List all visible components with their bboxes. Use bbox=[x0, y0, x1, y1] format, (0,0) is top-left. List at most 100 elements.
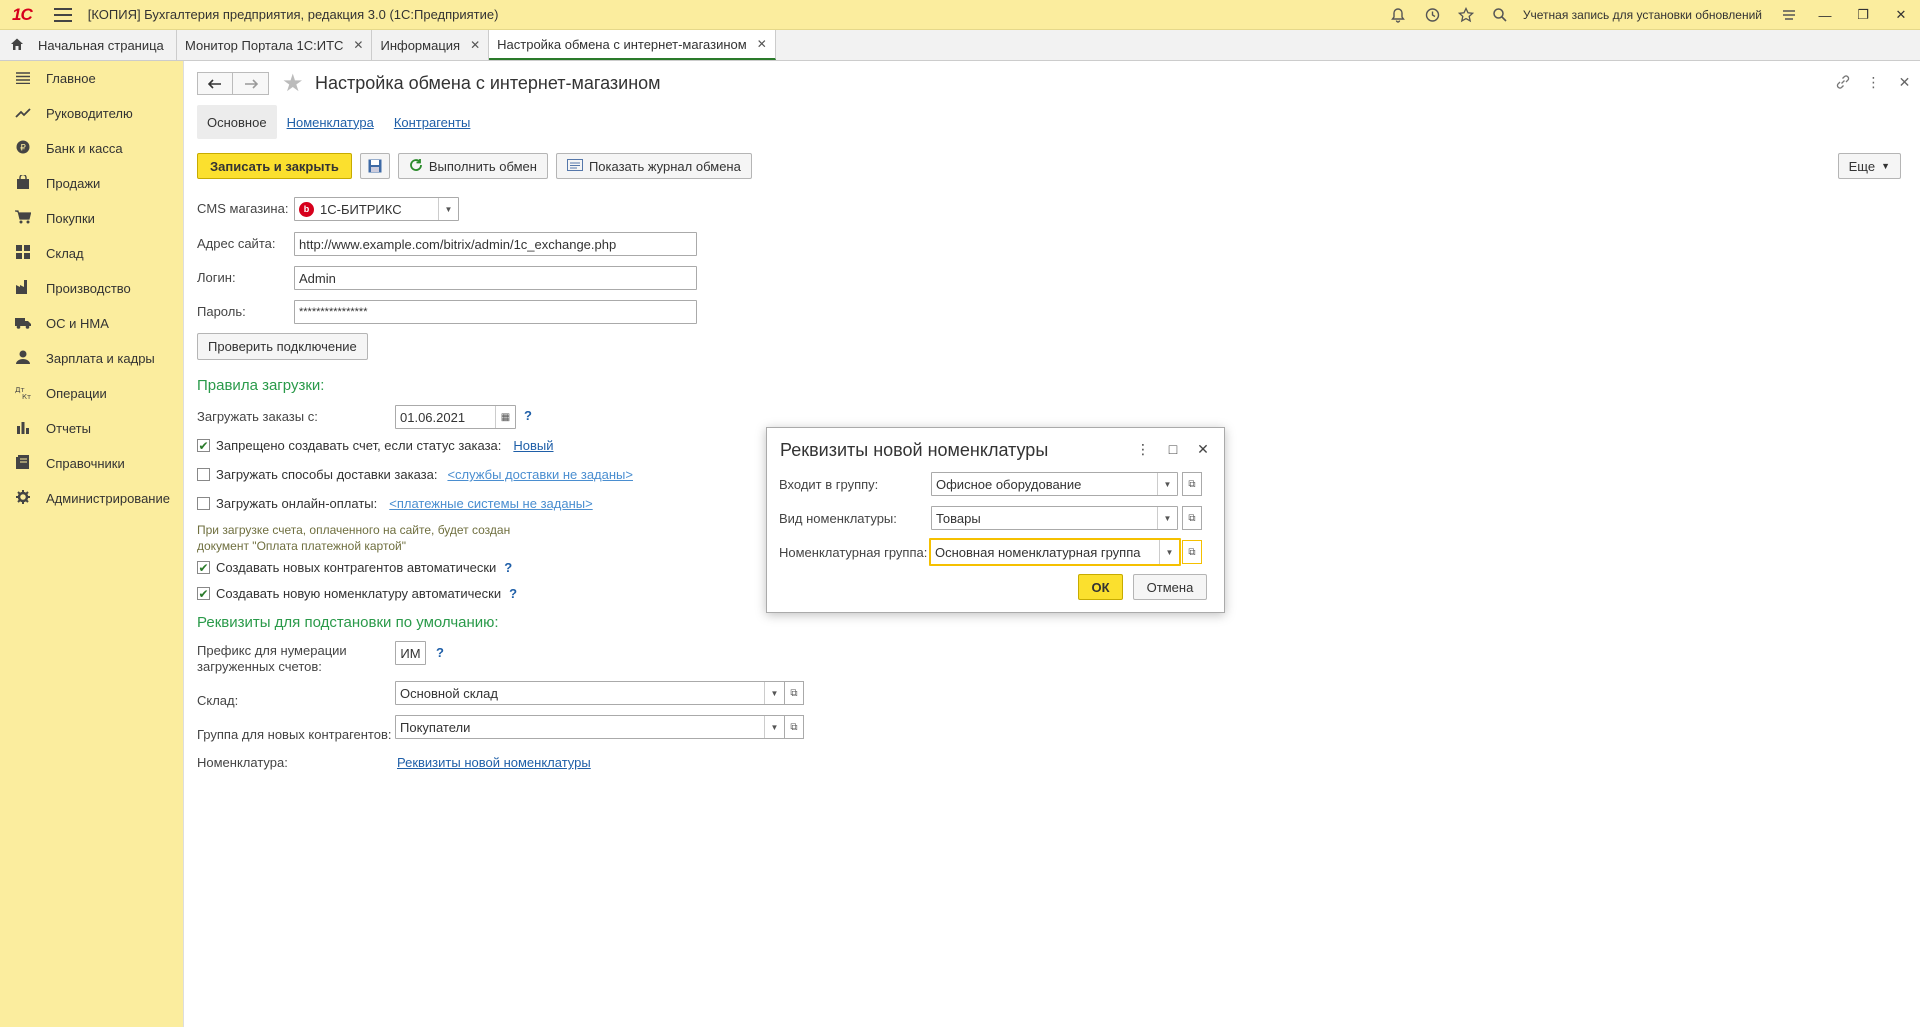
chevron-down-icon[interactable]: ▼ bbox=[764, 716, 784, 738]
close-tab-icon[interactable]: ✕ bbox=[757, 37, 767, 51]
orders-from-date-input[interactable]: 01.06.2021 ▦ bbox=[395, 405, 516, 429]
cancel-button[interactable]: Отмена bbox=[1133, 574, 1207, 600]
auto-contractors-checkbox[interactable]: ✔ Создавать новых контрагентов автоматич… bbox=[197, 560, 512, 575]
help-icon[interactable]: ? bbox=[524, 408, 532, 423]
dialog-nomgroup-select[interactable]: Основная номенклатурная группа ▼ bbox=[929, 538, 1181, 566]
tab-portal-monitor[interactable]: Монитор Портала 1С:ИТС ✕ bbox=[177, 30, 373, 60]
forward-button[interactable] bbox=[233, 72, 269, 95]
tab-label: Информация bbox=[380, 37, 461, 53]
ok-button[interactable]: ОК bbox=[1078, 574, 1123, 600]
more-button[interactable]: Еще ▼ bbox=[1837, 153, 1901, 179]
subtab-nomenclature[interactable]: Номенклатура bbox=[277, 105, 384, 139]
load-online-payments-checkbox[interactable]: Загружать онлайн-оплаты: <платежные сист… bbox=[197, 496, 593, 511]
bell-icon[interactable] bbox=[1381, 0, 1415, 30]
dialog-nomgroup-value: Основная номенклатурная группа bbox=[935, 544, 1141, 560]
sidebar-item-warehouse[interactable]: Склад bbox=[0, 236, 183, 271]
help-icon[interactable]: ? bbox=[436, 645, 444, 660]
sidebar-item-manager[interactable]: Руководителю bbox=[0, 96, 183, 131]
chevron-down-icon[interactable]: ▼ bbox=[438, 198, 458, 220]
payment-systems-link[interactable]: <платежные системы не заданы> bbox=[389, 496, 592, 511]
back-button[interactable] bbox=[197, 72, 233, 95]
site-url-input[interactable]: http://www.example.com/bitrix/admin/1c_e… bbox=[294, 232, 697, 256]
sidebar-item-bank[interactable]: ₽ Банк и касса bbox=[0, 131, 183, 166]
sidebar-item-label: Склад bbox=[46, 246, 84, 261]
favorites-icon[interactable] bbox=[1449, 0, 1483, 30]
dialog-group-select[interactable]: Офисное оборудование ▼ bbox=[931, 472, 1178, 496]
close-icon[interactable]: ✕ bbox=[1188, 438, 1218, 460]
load-delivery-checkbox[interactable]: Загружать способы доставки заказа: <служ… bbox=[197, 467, 633, 482]
sidebar-item-label: Справочники bbox=[46, 456, 125, 471]
forbid-invoice-checkbox[interactable]: ✔ Запрещено создавать счет, если статус … bbox=[197, 438, 554, 453]
sidebar-item-sales[interactable]: Продажи bbox=[0, 166, 183, 201]
status-new-link[interactable]: Новый bbox=[513, 438, 553, 453]
settings-menu-icon[interactable] bbox=[1772, 0, 1806, 30]
maximize-icon[interactable]: □ bbox=[1158, 438, 1188, 460]
dialog-kind-select[interactable]: Товары ▼ bbox=[931, 506, 1178, 530]
grid-icon bbox=[14, 245, 32, 262]
sidebar-item-label: Отчеты bbox=[46, 421, 91, 436]
open-group-icon[interactable]: ⧉ bbox=[1182, 472, 1202, 496]
open-nomgroup-icon[interactable]: ⧉ bbox=[1182, 540, 1202, 564]
prefix-input[interactable]: ИМ bbox=[395, 641, 426, 665]
sidebar-item-label: Главное bbox=[46, 71, 96, 86]
auto-nomenclature-checkbox[interactable]: ✔ Создавать новую номенклатуру автоматич… bbox=[197, 586, 517, 601]
sidebar-item-label: Зарплата и кадры bbox=[46, 351, 155, 366]
restore-button[interactable]: ❐ bbox=[1844, 0, 1882, 30]
cms-select[interactable]: b 1С-БИТРИКС ▼ bbox=[294, 197, 459, 221]
password-input[interactable]: **************** bbox=[294, 300, 697, 324]
sidebar-item-operations[interactable]: Дт Кт Операции bbox=[0, 376, 183, 411]
close-window-button[interactable]: ✕ bbox=[1882, 0, 1920, 30]
more-actions-icon[interactable]: ⋮ bbox=[1128, 438, 1158, 460]
sidebar-item-catalogs[interactable]: Справочники bbox=[0, 446, 183, 481]
login-input[interactable]: Admin bbox=[294, 266, 697, 290]
sidebar-item-main[interactable]: Главное bbox=[0, 61, 183, 96]
check-connection-button[interactable]: Проверить подключение bbox=[197, 333, 368, 360]
tab-information[interactable]: Информация ✕ bbox=[372, 30, 490, 60]
calendar-icon[interactable]: ▦ bbox=[495, 406, 515, 428]
chevron-down-icon[interactable]: ▼ bbox=[1157, 473, 1177, 495]
sidebar-item-assets[interactable]: ОС и НМА bbox=[0, 306, 183, 341]
run-exchange-button[interactable]: Выполнить обмен bbox=[397, 153, 548, 179]
close-form-icon[interactable]: ✕ bbox=[1889, 71, 1920, 93]
open-warehouse-icon[interactable]: ⧉ bbox=[784, 681, 804, 705]
close-tab-icon[interactable]: ✕ bbox=[353, 38, 363, 52]
search-icon[interactable] bbox=[1483, 0, 1517, 30]
open-group-icon[interactable]: ⧉ bbox=[784, 715, 804, 739]
delivery-services-link[interactable]: <службы доставки не заданы> bbox=[447, 467, 633, 482]
show-log-button[interactable]: Показать журнал обмена bbox=[555, 153, 752, 179]
open-kind-icon[interactable]: ⧉ bbox=[1182, 506, 1202, 530]
prefix-value: ИМ bbox=[400, 645, 421, 661]
checkmark-icon: ✔ bbox=[197, 586, 210, 601]
favorite-star-icon[interactable]: ★ bbox=[282, 69, 304, 98]
refresh-icon bbox=[409, 158, 423, 175]
chevron-down-icon[interactable]: ▼ bbox=[764, 682, 784, 704]
chevron-down-icon[interactable]: ▼ bbox=[1159, 540, 1179, 564]
truck-icon bbox=[14, 316, 32, 332]
help-icon[interactable]: ? bbox=[504, 560, 512, 575]
chevron-down-icon[interactable]: ▼ bbox=[1157, 507, 1177, 529]
sidebar-item-salary[interactable]: Зарплата и кадры bbox=[0, 341, 183, 376]
bitrix-logo-icon: b bbox=[299, 201, 314, 217]
contractor-group-select[interactable]: Покупатели ▼ bbox=[395, 715, 785, 739]
sidebar-item-reports[interactable]: Отчеты bbox=[0, 411, 183, 446]
main-menu-icon[interactable] bbox=[53, 7, 72, 22]
save-button[interactable] bbox=[359, 153, 390, 179]
subtab-main[interactable]: Основное bbox=[197, 105, 277, 139]
tab-home[interactable]: Начальная страница bbox=[0, 30, 177, 60]
history-icon[interactable] bbox=[1415, 0, 1449, 30]
more-actions-icon[interactable]: ⋮ bbox=[1858, 71, 1889, 93]
sidebar-item-production[interactable]: Производство bbox=[0, 271, 183, 306]
help-icon[interactable]: ? bbox=[509, 586, 517, 601]
warehouse-select[interactable]: Основной склад ▼ bbox=[395, 681, 785, 705]
save-and-close-button[interactable]: Записать и закрыть bbox=[197, 153, 352, 179]
subtab-contractors[interactable]: Контрагенты bbox=[384, 105, 481, 139]
account-name[interactable]: Учетная запись для установки обновлений bbox=[1523, 8, 1762, 22]
sidebar-item-purchases[interactable]: Покупки bbox=[0, 201, 183, 236]
nomenclature-requisites-link[interactable]: Реквизиты новой номенклатуры bbox=[397, 755, 591, 770]
close-tab-icon[interactable]: ✕ bbox=[470, 38, 480, 52]
link-icon[interactable] bbox=[1827, 71, 1858, 93]
tab-exchange-settings[interactable]: Настройка обмена с интернет-магазином ✕ bbox=[489, 30, 776, 60]
sidebar-item-admin[interactable]: Администрирование bbox=[0, 481, 183, 516]
tab-label: Монитор Портала 1С:ИТС bbox=[185, 37, 344, 53]
minimize-button[interactable]: — bbox=[1806, 0, 1844, 30]
